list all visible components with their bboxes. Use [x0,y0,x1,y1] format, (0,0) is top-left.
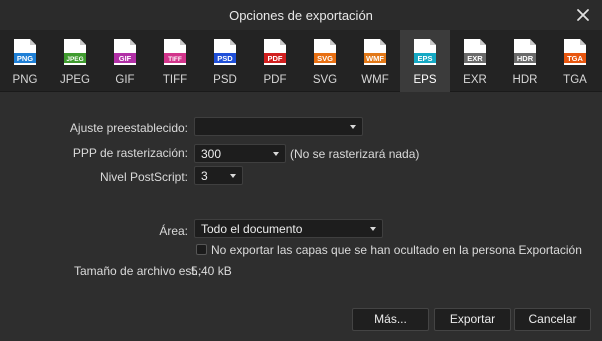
area-value: Todo el documento [201,222,303,236]
format-tab-png[interactable]: PNG PNG [0,30,50,92]
format-label: PNG [12,74,38,86]
gif-file-icon: GIF [113,38,137,66]
dpi-value: 300 [201,147,222,161]
svg-file-icon: SVG [313,38,337,66]
more-button[interactable]: Más... [352,308,429,331]
format-tab-psd[interactable]: PSD PSD [200,30,250,92]
file-fold [130,39,136,45]
file-fold [180,39,186,45]
filesize-label: Tamaño de archivo est.: [74,264,202,278]
format-label: JPEG [59,74,91,86]
hdr-file-icon: HDR [513,38,537,66]
file-fold [80,39,86,45]
chevron-down-icon [273,152,279,156]
eps-file-icon: EPS [413,38,437,66]
hidden-layers-checkbox[interactable] [196,244,207,255]
area-label: Área: [159,224,188,238]
file-fold [30,39,36,45]
format-tab-hdr[interactable]: HDR HDR [500,30,550,92]
filesize-value: 5,40 kB [191,264,232,278]
chevron-down-icon [230,174,236,178]
file-badge-text: PSD [217,54,233,63]
jpeg-file-icon: JPEG [63,38,87,66]
format-tab-svg[interactable]: SVG SVG [300,30,350,92]
file-badge-text: WMF [366,54,384,63]
dpi-note: (No se rasterizará nada) [290,147,420,161]
preset-dropdown[interactable] [194,117,363,136]
file-badge-text: PNG [17,54,33,63]
file-fold [480,39,486,45]
file-badge-text: EPS [417,54,432,63]
format-tab-tiff[interactable]: TIFF TIFF [150,30,200,92]
tga-file-icon: TGA [563,38,587,66]
postscript-dropdown[interactable]: 3 [194,166,243,185]
export-button[interactable]: Exportar [434,308,511,331]
format-label: TGA [563,74,587,86]
tiff-file-icon: TIFF [163,38,187,66]
dpi-combobox[interactable]: 300 [194,144,286,163]
format-label: EXR [463,74,487,86]
png-file-icon: PNG [13,38,37,66]
file-badge-text: HDR [517,54,534,63]
file-fold [380,39,386,45]
close-icon[interactable] [574,6,592,24]
format-tab-gif[interactable]: GIF GIF [100,30,150,92]
file-fold [330,39,336,45]
dpi-label: PPP de rasterización: [72,146,188,160]
file-badge-text: EXR [467,54,483,63]
title-bar: Opciones de exportación [0,0,602,30]
format-label: PDF [263,74,287,86]
format-label: PSD [213,74,237,86]
hidden-layers-label[interactable]: No exportar las capas que se han ocultad… [211,243,582,257]
file-badge-text: JPEG [66,56,83,63]
file-fold [230,39,236,45]
file-badge-text: TIFF [168,56,182,63]
area-dropdown[interactable]: Todo el documento [194,219,383,238]
file-fold [530,39,536,45]
file-badge-text: GIF [119,54,132,63]
pdf-file-icon: PDF [263,38,287,66]
psd-file-icon: PSD [213,38,237,66]
format-label: HDR [512,74,538,86]
cancel-button[interactable]: Cancelar [514,308,591,331]
postscript-label: Nivel PostScript: [99,170,188,184]
file-fold [580,39,586,45]
exr-file-icon: EXR [463,38,487,66]
file-badge-text: TGA [567,54,583,63]
chevron-down-icon [350,125,356,129]
format-tab-jpeg[interactable]: JPEG JPEG [50,30,100,92]
postscript-value: 3 [201,169,208,183]
format-label: WMF [361,74,389,86]
format-tab-eps[interactable]: EPS EPS [400,30,450,92]
file-badge-text: SVG [317,54,333,63]
format-bar: PNG PNG JPEG JPEG GIF GIF TIFF TIFF PSD PSD P… [0,30,602,92]
file-badge-text: PDF [268,54,283,63]
format-label: TIFF [162,74,188,86]
format-label: GIF [115,74,135,86]
format-tab-tga[interactable]: TGA TGA [550,30,600,92]
chevron-down-icon [370,227,376,231]
format-tab-exr[interactable]: EXR EXR [450,30,500,92]
format-tab-wmf[interactable]: WMF WMF [350,30,400,92]
file-fold [430,39,436,45]
format-label: SVG [312,74,338,86]
preset-label: Ajuste preestablecido: [69,121,188,135]
format-label: EPS [413,74,437,86]
format-tab-pdf[interactable]: PDF PDF [250,30,300,92]
wmf-file-icon: WMF [363,38,387,66]
dialog-title: Opciones de exportación [229,8,373,23]
file-fold [280,39,286,45]
